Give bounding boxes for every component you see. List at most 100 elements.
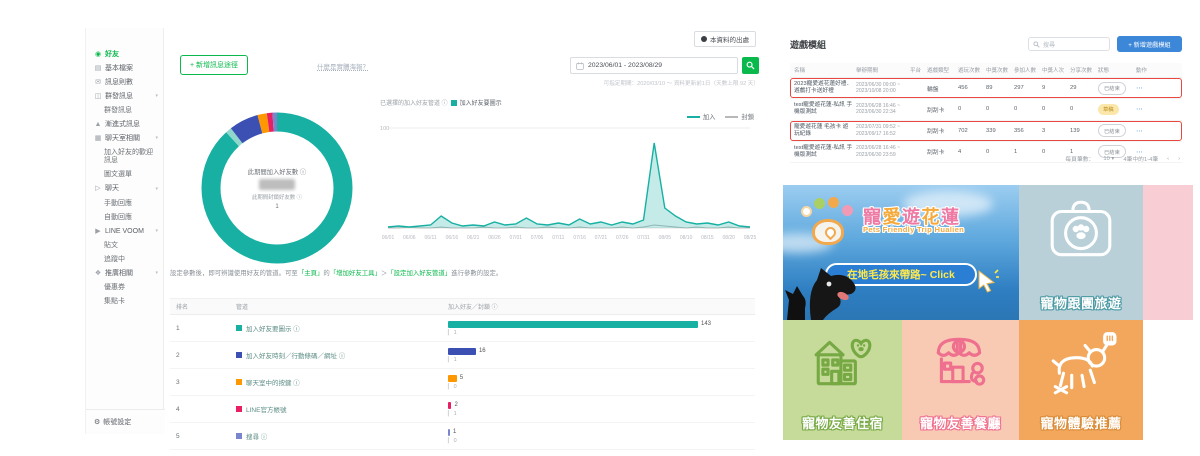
channel-table-header: 排名 管道 加入好友／封鎖 ⓘ xyxy=(170,298,755,315)
sidebar-item-漸進式訊息[interactable]: ▲漸進式訊息 xyxy=(86,118,163,132)
sidebar-item-優惠券[interactable]: 優惠券 xyxy=(86,281,163,295)
date-search-button[interactable] xyxy=(742,57,759,74)
svg-text:08/15: 08/15 xyxy=(701,235,714,241)
game-type: 刮刮卡 xyxy=(927,105,958,114)
sidebar-item-聊天室相關[interactable]: ▦聊天室相關▾ xyxy=(86,132,163,146)
legend-item-加入: 加入 xyxy=(687,112,716,121)
pet-activity-icon xyxy=(1019,332,1143,396)
pet-hotel-icon xyxy=(783,332,902,392)
channel-label[interactable]: 搜尋 ⓘ xyxy=(246,431,267,441)
data-source-badge[interactable]: 本資料的出處 xyxy=(694,31,756,47)
sidebar-item-圖文選單[interactable]: 圖文選單 xyxy=(86,168,163,182)
status-badge: 已結束 xyxy=(1098,124,1126,137)
sidebar-item-訊息則數[interactable]: ✉訊息則數 xyxy=(86,76,163,90)
per-page-select[interactable]: 10 ▾ xyxy=(1103,156,1114,162)
per-page-label: 每頁筆數： xyxy=(1065,154,1094,163)
dogs-photo xyxy=(783,254,903,320)
sidebar-item-label: 集點卡 xyxy=(104,298,125,306)
sidebar-item-基本檔案[interactable]: ▤基本檔案 xyxy=(86,62,163,76)
chevron-down-icon: ▾ xyxy=(155,94,158,100)
column-header: 狀態 xyxy=(1098,66,1136,74)
tile-pet-activity[interactable]: 寵物體驗推薦 xyxy=(1019,320,1143,440)
date-range-value: 2023/06/01 - 2023/08/29 xyxy=(588,62,662,69)
sidebar-item-群發訊息[interactable]: 群發訊息 xyxy=(86,104,163,118)
channel-label[interactable]: 加入好友要圖示 ⓘ xyxy=(246,323,300,333)
chevron-down-icon: ▾ xyxy=(155,136,158,142)
hero-subtitle: Pets Friendly Trip Hualien xyxy=(863,225,964,234)
prev-page-button[interactable]: ‹ xyxy=(1167,156,1169,162)
sidebar-item-聊天[interactable]: ▷聊天▾ xyxy=(86,182,163,196)
game-row[interactable]: 2023寵愛遊花蓮好禮．遊戲打卡送好禮2023/06/30 09:00 ~ 20… xyxy=(790,78,1182,99)
svg-text:06/16: 06/16 xyxy=(446,235,459,241)
game-row[interactable]: test寵愛遊花蓮-私訊 手機版測試2023/06/28 16:46 ~ 202… xyxy=(790,99,1182,120)
games-table-header: 名稱舉辦期間平台遊戲類型遊玩次數中獎次數參加人數中獎人次分享次數狀態動作 xyxy=(790,63,1182,78)
new-channel-button[interactable]: + 新增訊息途徑 xyxy=(180,55,248,75)
sidebar-item-label: 加入好友的歡迎訊息 xyxy=(104,149,159,165)
settings-note: 設定參數後，即可辨識使用好友的管道。可至「主頁」的「增加好友工具」＞「設定加入好… xyxy=(170,268,755,277)
channel-row: 4LINE官方帳號2▏ 1 xyxy=(170,396,755,423)
row-actions-button[interactable]: ⋯ xyxy=(1136,105,1178,113)
svg-text:07/21: 07/21 xyxy=(595,235,608,241)
sidebar-item-推廣相關[interactable]: ❖推廣相關▾ xyxy=(86,267,163,281)
row-actions-button[interactable]: ⋯ xyxy=(1136,127,1178,135)
sidebar-item-貼文[interactable]: 貼文 xyxy=(86,239,163,253)
channel-label[interactable]: 加入好友時刻／行動條碼／網址 ⓘ xyxy=(246,350,345,360)
set-channel-link[interactable]: 「設定加入好友管道」 xyxy=(387,270,451,277)
winner-count: 9 xyxy=(1042,85,1070,91)
profile-icon: ▤ xyxy=(94,65,102,73)
channel-label[interactable]: 聊天室中的按鍵 ⓘ xyxy=(246,377,300,387)
row-actions-button[interactable]: ⋯ xyxy=(1136,84,1178,92)
sidebar-item-加入好友的歡迎訊息[interactable]: 加入好友的歡迎訊息 xyxy=(86,146,163,168)
channel-table-rows: 1加入好友要圖示 ⓘ143▏ 12加入好友時刻／行動條碼／網址 ⓘ16▏ 13聊… xyxy=(170,315,755,450)
player-count: 1 xyxy=(1014,149,1042,155)
tile-group-travel[interactable]: 寵物跟團旅遊 xyxy=(1019,185,1143,320)
status-cell: 已結束 xyxy=(1098,82,1136,95)
svg-text:08/10: 08/10 xyxy=(680,235,693,241)
games-search-input[interactable]: 搜尋 xyxy=(1028,37,1110,51)
sidebar-item-LINE VOOM[interactable]: ▶LINE VOOM▾ xyxy=(86,225,163,239)
tile-pet-hotel[interactable]: 寵物友善住宿 xyxy=(783,320,902,440)
hero-tile[interactable]: 寵愛遊花蓮 Pets Friendly Trip Hualien 在地毛孩來帶路… xyxy=(783,185,1019,320)
sidebar-item-label: 貼文 xyxy=(104,242,118,250)
date-range-input[interactable]: 2023/06/01 - 2023/08/29 xyxy=(570,57,738,74)
column-header: 參加人數 xyxy=(1014,66,1042,74)
person-icon: ◉ xyxy=(94,51,102,59)
status-badge: 草稿 xyxy=(1098,104,1119,115)
channel-label[interactable]: LINE官方帳號 xyxy=(246,404,286,414)
game-row[interactable]: 寵愛遊花蓮 毛孩卡 遊玩紀錄2023/07/31 09:52 ~ 2023/09… xyxy=(790,121,1182,142)
sidebar-nav: ◉好友▤基本檔案✉訊息則數◫群發訊息▾群發訊息▲漸進式訊息▦聊天室相關▾ 加入好友… xyxy=(86,48,163,309)
sidebar-item-集點卡[interactable]: 集點卡 xyxy=(86,295,163,309)
share-count: 139 xyxy=(1070,128,1098,134)
play-count: 4 xyxy=(958,149,986,155)
search-placeholder: 搜尋 xyxy=(1043,40,1055,49)
home-link[interactable]: 「主頁」 xyxy=(298,270,324,277)
sidebar-item-自動回應[interactable]: 自動回應 xyxy=(86,211,163,225)
tile-label: 寵物跟團旅遊 xyxy=(1019,293,1143,312)
pagination: 每頁筆數： 10 ▾ 4筆中的1-4筆 ‹ › xyxy=(1065,154,1180,163)
add-game-button[interactable]: + 新增遊戲模組 xyxy=(1117,36,1182,52)
sidebar-item-群發訊息[interactable]: ◫群發訊息▾ xyxy=(86,90,163,104)
svg-text:06/21: 06/21 xyxy=(467,235,480,241)
calendar-icon xyxy=(576,62,584,70)
partial-next-tile xyxy=(1143,185,1193,320)
player-count: 297 xyxy=(1014,85,1042,91)
sidebar-footer-label: 帳號設定 xyxy=(103,417,131,427)
sidebar-item-手動回應[interactable]: 手動回應 xyxy=(86,197,163,211)
range-label: 4筆中的1-4筆 xyxy=(1123,154,1158,163)
sidebar-item-label: 推廣相關 xyxy=(105,270,133,278)
channel-row: 5搜尋 ⓘ1▏ 0 xyxy=(170,423,755,450)
sidebar-item-追蹤中[interactable]: 追蹤中 xyxy=(86,253,163,267)
tile-pet-restaurant[interactable]: 寵物友善餐廳 xyxy=(902,320,1019,440)
sidebar-footer-settings[interactable]: ⚙ 帳號設定 xyxy=(86,409,165,434)
winner-count: 3 xyxy=(1042,128,1070,134)
pet-carrier-icon xyxy=(1019,197,1143,261)
chatroom-icon: ▦ xyxy=(94,135,102,143)
sidebar-item-label: LINE VOOM xyxy=(105,228,144,236)
gain-friends-tool-link[interactable]: 「增加好友工具」 xyxy=(330,270,381,277)
next-page-button[interactable]: › xyxy=(1178,156,1180,162)
svg-text:06/06: 06/06 xyxy=(403,235,416,241)
pet-restaurant-icon xyxy=(902,332,1019,392)
svg-text:08/25: 08/25 xyxy=(744,235,757,241)
help-link[interactable]: 什麼是實體海報？ xyxy=(317,61,369,71)
sidebar-item-好友[interactable]: ◉好友 xyxy=(86,48,163,62)
